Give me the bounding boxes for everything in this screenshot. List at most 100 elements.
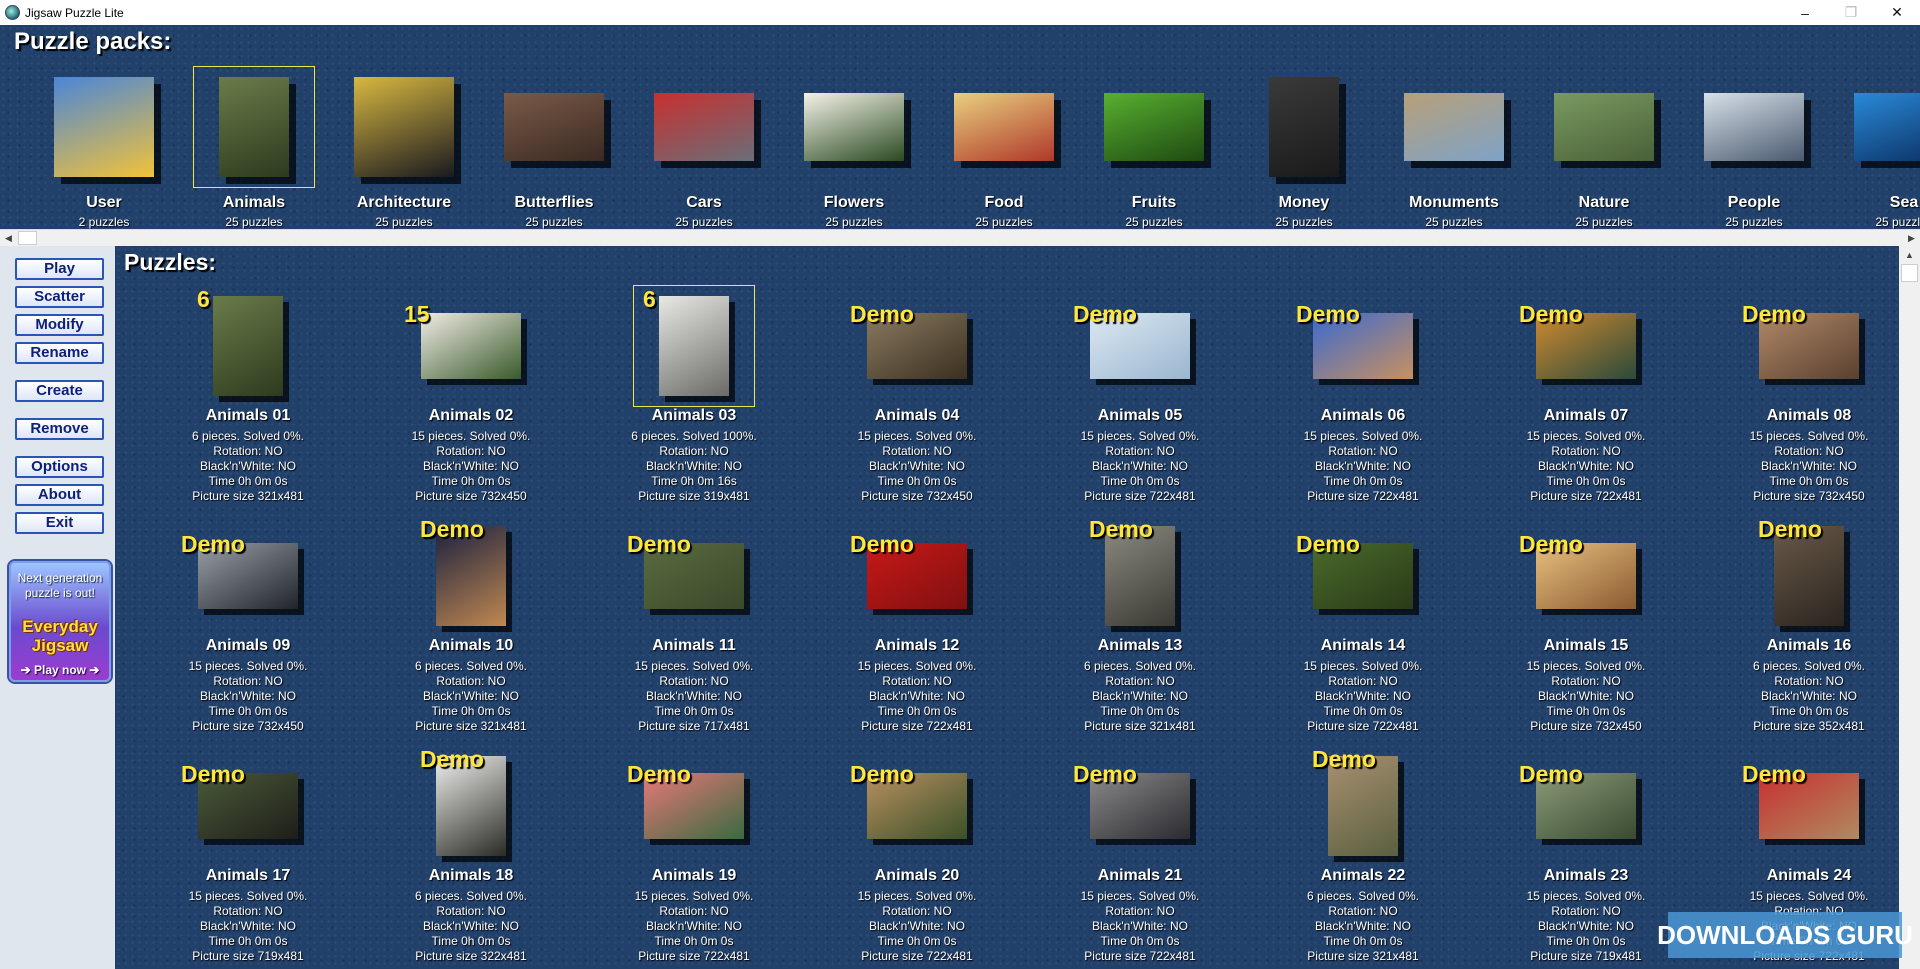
puzzle-bw: Black'n'White: NO (423, 919, 519, 933)
pack-count: 25 puzzles (1875, 215, 1920, 229)
pack-people[interactable]: People 25 puzzles (1694, 67, 1814, 229)
puzzle-rotation: Rotation: NO (882, 904, 952, 918)
scroll-up-arrow-icon[interactable]: ▲ (1899, 246, 1920, 263)
puzzle-badge: Demo (1758, 516, 1822, 542)
puzzle-card[interactable]: Demo Animals 15 15 pieces. Solved 0%. Rotat… (1475, 516, 1675, 742)
pack-thumbnail-image (54, 77, 154, 177)
puzzle-card[interactable]: Demo Animals 06 15 pieces. Solved 0%. Rotat… (1252, 286, 1452, 512)
pack-cars[interactable]: Cars 25 puzzles (644, 67, 764, 229)
puzzle-card[interactable]: Demo Animals 22 6 pieces. Solved 0%. Rotati… (1252, 746, 1452, 969)
puzzle-card[interactable]: Demo Animals 19 15 pieces. Solved 0%. Rotat… (583, 746, 783, 969)
pack-thumbnail-frame[interactable] (344, 67, 464, 187)
modify-button[interactable]: Modify (15, 314, 104, 336)
puzzle-card[interactable]: 6 Animals 03 6 pieces. Solved 100%. Rotatio… (583, 285, 783, 512)
puzzle-time: Time 0h 0m 0s (208, 704, 288, 718)
puzzle-card[interactable]: 6 Animals 01 6 pieces. Solved 0%. Rotation:… (137, 286, 337, 512)
pack-count: 25 puzzles (1725, 215, 1783, 229)
puzzle-bw: Black'n'White: NO (423, 459, 519, 473)
close-button[interactable]: ✕ (1874, 0, 1920, 25)
options-button[interactable]: Options (15, 456, 104, 478)
puzzle-rotation: Rotation: NO (882, 444, 952, 458)
puzzle-card[interactable]: Demo Animals 12 15 pieces. Solved 0%. Rotat… (806, 516, 1006, 742)
everyday-jigsaw-ad-banner[interactable]: Next generation puzzle is out! Everyday Ji… (9, 561, 111, 682)
pack-thumbnail-image (1269, 77, 1339, 177)
puzzle-card[interactable]: Demo Animals 05 15 pieces. Solved 0%. Rotat… (1029, 286, 1229, 512)
puzzle-rotation: Rotation: NO (1774, 674, 1844, 688)
rename-button[interactable]: Rename (15, 342, 104, 364)
pack-thumbnail-frame[interactable] (1844, 67, 1920, 187)
pack-scrollbar[interactable]: ◀ ▶ (0, 229, 1920, 246)
minimize-button[interactable]: – (1782, 0, 1828, 25)
exit-button[interactable]: Exit (15, 512, 104, 534)
puzzle-card[interactable]: Demo Animals 20 15 pieces. Solved 0%. Rotat… (806, 746, 1006, 969)
puzzle-bw: Black'n'White: NO (869, 459, 965, 473)
pack-thumbnail-frame[interactable] (44, 67, 164, 187)
title-bar[interactable]: Jigsaw Puzzle Lite – ❐ ✕ (0, 0, 1920, 25)
create-button[interactable]: Create (15, 380, 104, 402)
puzzle-card[interactable]: Demo Animals 08 15 pieces. Solved 0%. Rotat… (1698, 286, 1898, 512)
puzzles-heading: Puzzles: (124, 249, 217, 275)
puzzle-badge: Demo (627, 761, 691, 787)
puzzle-card[interactable]: 15 Animals 02 15 pieces. Solved 0%. Rotatio… (360, 286, 560, 512)
puzzle-card[interactable]: Demo Animals 11 15 pieces. Solved 0%. Rotat… (583, 516, 783, 742)
pack-thumbnail-frame[interactable] (644, 67, 764, 187)
puzzle-badge: Demo (1073, 761, 1137, 787)
pack-money[interactable]: Money 25 puzzles (1244, 67, 1364, 229)
pack-thumbnail-frame[interactable] (1244, 67, 1364, 187)
command-sidebar: Play Scatter Modify Rename Create Remove… (0, 246, 115, 969)
puzzle-size: Picture size 722x481 (1530, 489, 1642, 503)
remove-button[interactable]: Remove (15, 418, 104, 440)
pack-butterflies[interactable]: Butterflies 25 puzzles (494, 67, 614, 229)
pack-thumbnail-frame[interactable] (1694, 67, 1814, 187)
vertical-scroll-thumb[interactable] (1901, 264, 1918, 282)
pack-fruits[interactable]: Fruits 25 puzzles (1094, 67, 1214, 229)
puzzle-name: Animals 06 (1320, 407, 1406, 424)
pack-architecture[interactable]: Architecture 25 puzzles (344, 67, 464, 229)
puzzle-bw: Black'n'White: NO (869, 919, 965, 933)
pack-food[interactable]: Food 25 puzzles (944, 67, 1064, 229)
puzzle-rotation: Rotation: NO (436, 904, 506, 918)
puzzle-card[interactable]: Demo Animals 21 15 pieces. Solved 0%. Rotat… (1029, 746, 1229, 969)
pack-animals[interactable]: Animals 25 puzzles (193, 66, 315, 229)
puzzle-card[interactable]: Demo Animals 16 6 pieces. Solved 0%. Rotati… (1698, 516, 1898, 742)
pack-thumbnail-frame[interactable] (1394, 67, 1514, 187)
pack-user[interactable]: User 2 puzzles (44, 67, 164, 229)
puzzle-card[interactable]: Demo Animals 17 15 pieces. Solved 0%. Rotat… (137, 746, 337, 969)
pack-flowers[interactable]: Flowers 25 puzzles (794, 67, 914, 229)
puzzle-card[interactable]: Demo Animals 07 15 pieces. Solved 0%. Rotat… (1475, 286, 1675, 512)
puzzle-name: Animals 20 (874, 867, 960, 884)
scroll-right-arrow-icon[interactable]: ▶ (1903, 230, 1920, 246)
puzzle-badge: Demo (850, 761, 914, 787)
puzzle-time: Time 0h 0m 0s (1323, 934, 1403, 948)
puzzle-card[interactable]: Demo Animals 18 6 pieces. Solved 0%. Rotati… (360, 746, 560, 969)
play-button[interactable]: Play (15, 258, 104, 280)
pack-thumbnail-frame[interactable] (193, 66, 315, 188)
puzzle-badge: 6 (197, 286, 210, 312)
pack-thumbnail-frame[interactable] (494, 67, 614, 187)
puzzle-name: Animals 15 (1543, 637, 1629, 654)
pack-nature[interactable]: Nature 25 puzzles (1544, 67, 1664, 229)
pack-monuments[interactable]: Monuments 25 puzzles (1394, 67, 1514, 229)
pack-count: 2 puzzles (78, 215, 130, 229)
pack-sea[interactable]: Sea 25 puzzles (1844, 67, 1920, 229)
scroll-left-arrow-icon[interactable]: ◀ (0, 230, 17, 246)
puzzle-rotation: Rotation: NO (1105, 904, 1175, 918)
puzzle-card[interactable]: Demo Animals 09 15 pieces. Solved 0%. Rotat… (137, 516, 337, 742)
puzzles-scrollbar[interactable]: ▲ (1899, 246, 1920, 969)
puzzle-card[interactable]: Demo Animals 10 6 pieces. Solved 0%. Rotati… (360, 516, 560, 742)
pack-thumbnail-frame[interactable] (1544, 67, 1664, 187)
puzzle-card[interactable]: Demo Animals 14 15 pieces. Solved 0%. Rotat… (1252, 516, 1452, 742)
puzzle-bw: Black'n'White: NO (1761, 689, 1857, 703)
puzzle-time: Time 0h 0m 0s (1100, 704, 1180, 718)
puzzle-card[interactable]: Demo Animals 13 6 pieces. Solved 0%. Rotati… (1029, 516, 1229, 742)
about-button[interactable]: About (15, 484, 104, 506)
pack-thumbnail-frame[interactable] (794, 67, 914, 187)
puzzle-card[interactable]: Demo Animals 04 15 pieces. Solved 0%. Rotat… (806, 286, 1006, 512)
scatter-button[interactable]: Scatter (15, 286, 104, 308)
maximize-button[interactable]: ❐ (1828, 0, 1874, 25)
puzzle-card[interactable]: Demo Animals 23 15 pieces. Solved 0%. Rotat… (1475, 746, 1675, 969)
scroll-thumb[interactable] (18, 231, 37, 245)
pack-thumbnail-frame[interactable] (944, 67, 1064, 187)
puzzle-pieces: 15 pieces. Solved 0%. (1526, 659, 1646, 673)
pack-thumbnail-frame[interactable] (1094, 67, 1214, 187)
